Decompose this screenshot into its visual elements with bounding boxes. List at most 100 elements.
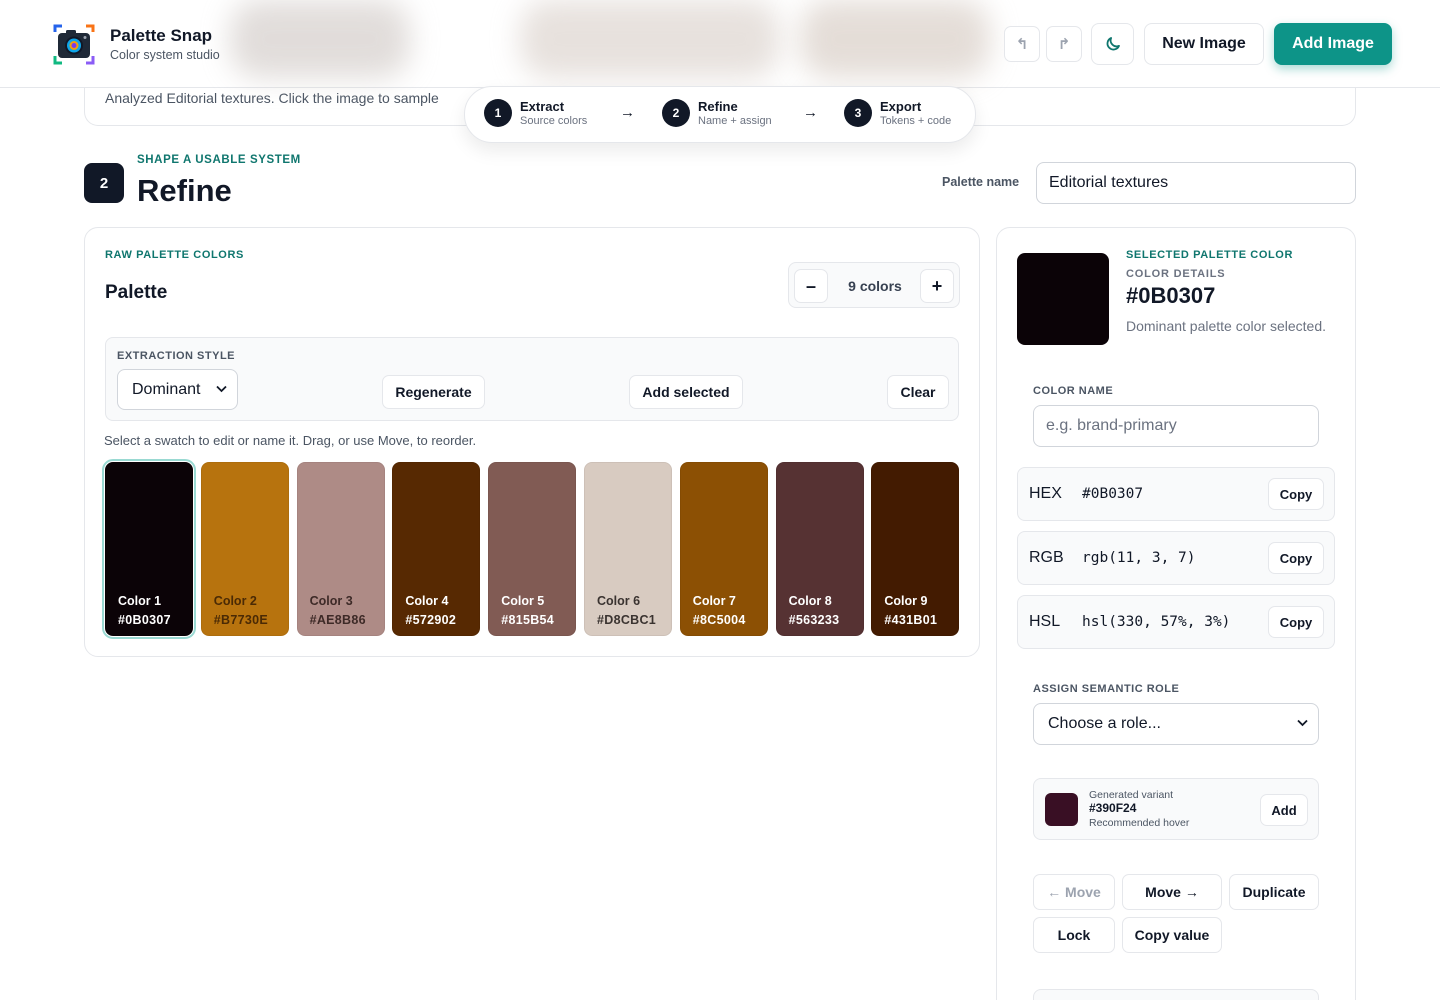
semantic-role-select[interactable]: Choose a role... [1033, 703, 1319, 745]
hex-key: HEX [1029, 485, 1062, 502]
swatch-name: Color 6 [597, 594, 641, 608]
theme-toggle-button[interactable] [1091, 23, 1134, 65]
section-eyebrow: SHAPE A USABLE SYSTEM [137, 154, 301, 166]
palette-swatch[interactable]: Color 8 #563233 [775, 462, 864, 636]
variant-note: Recommended hover [1089, 817, 1190, 829]
clear-button[interactable]: Clear [887, 375, 949, 409]
add-image-button[interactable]: Add Image [1274, 23, 1392, 65]
add-variant-button[interactable]: Add [1260, 794, 1308, 826]
palette-title: Palette [105, 282, 168, 303]
hex-value: #0B0307 [1082, 486, 1144, 502]
step-refine[interactable]: 2 Refine Name + assign [662, 99, 772, 127]
swatch-name: Color 9 [884, 594, 928, 608]
undo-icon: ↰ [1015, 36, 1029, 53]
swatch-hex: #815B54 [501, 613, 555, 627]
selected-color-hex: #0B0307 [1126, 283, 1216, 308]
selected-color-preview [1017, 253, 1109, 345]
decrease-count-button[interactable]: – [794, 269, 828, 303]
selected-color-eyebrow: SELECTED PALETTE COLOR [1126, 249, 1294, 261]
swatch-name: Color 1 [118, 594, 162, 608]
blurred-backdrop [520, 0, 780, 78]
swatch-hex: #8C5004 [692, 613, 746, 627]
top-bar: Palette Snap Color system studio ↰ ↱ New… [0, 0, 1440, 88]
selected-color-description: Dominant palette color selected. [1126, 318, 1326, 334]
blurred-backdrop [230, 0, 410, 78]
analysis-info-text: Analyzed Editorial textures. Click the i… [105, 90, 439, 106]
variant-color-chip [1045, 793, 1078, 826]
move-right-button[interactable]: Move → [1122, 874, 1222, 910]
undo-button[interactable]: ↰ [1004, 26, 1040, 62]
move-left-button[interactable]: ← Move [1033, 874, 1115, 910]
regenerate-button[interactable]: Regenerate [382, 375, 485, 409]
hex-value-row: HEX #0B0307 Copy [1017, 467, 1335, 521]
copy-hex-button[interactable]: Copy [1268, 478, 1324, 510]
step-title: Extract [520, 99, 565, 114]
camera-logo-icon [52, 22, 96, 66]
duplicate-button[interactable]: Duplicate [1229, 874, 1319, 910]
step-subtitle: Source colors [520, 115, 588, 127]
brand[interactable]: Palette Snap Color system studio [52, 22, 220, 66]
moon-icon [1106, 37, 1120, 51]
section-number-badge: 2 [84, 163, 124, 203]
hsl-value: hsl(330, 57%, 3%) [1082, 614, 1231, 630]
palette-eyebrow: RAW PALETTE COLORS [105, 249, 244, 261]
swatch-name: Color 5 [501, 594, 545, 608]
extraction-style-select[interactable]: Dominant [117, 369, 238, 410]
arrow-right-icon: → [620, 104, 635, 121]
palette-swatch[interactable]: Color 4 #572902 [392, 462, 481, 636]
step-extract[interactable]: 1 Extract Source colors [484, 99, 587, 127]
palette-swatch[interactable]: Color 6 #D8CBC1 [584, 462, 672, 636]
swatch-name: Color 4 [405, 594, 449, 608]
rgb-value-row: RGB rgb(11, 3, 7) Copy [1017, 531, 1335, 585]
hsl-key: HSL [1029, 613, 1061, 630]
step-title: Refine [698, 99, 738, 114]
swatch-hex: #572902 [405, 613, 457, 627]
color-name-input[interactable] [1033, 405, 1319, 447]
swatch-name: Color 2 [213, 594, 257, 608]
swatch-name: Color 7 [692, 594, 736, 608]
swatch-hex: #431B01 [884, 613, 938, 627]
palette-name-label: Palette name [942, 175, 1020, 189]
chevron-down-icon [1297, 718, 1308, 730]
step-subtitle: Tokens + code [880, 115, 952, 127]
add-selected-button[interactable]: Add selected [629, 375, 743, 409]
palette-name-input[interactable] [1036, 162, 1356, 204]
step-export[interactable]: 3 Export Tokens + code [844, 99, 951, 127]
step-subtitle: Name + assign [698, 115, 772, 127]
hsl-value-row: HSL hsl(330, 57%, 3%) Copy [1017, 595, 1335, 649]
lock-button[interactable]: Lock [1033, 917, 1115, 953]
swatch-name: Color 3 [309, 594, 353, 608]
app-subtitle: Color system studio [110, 48, 220, 62]
variant-label: Generated variant [1089, 789, 1174, 801]
palette-swatch[interactable]: Color 2 #B7730E [200, 462, 289, 636]
swatch-hex: #AE8B86 [309, 613, 366, 627]
increase-count-button[interactable]: + [920, 269, 954, 303]
arrow-right-icon: → [803, 104, 818, 121]
step-number: 1 [484, 99, 512, 127]
palette-swatch[interactable]: Color 9 #431B01 [871, 462, 960, 636]
swatch-hex: #563233 [788, 613, 840, 627]
copy-rgb-button[interactable]: Copy [1268, 542, 1324, 574]
color-name-label: COLOR NAME [1033, 385, 1114, 397]
step-number: 2 [662, 99, 690, 127]
palette-swatch[interactable]: Color 1 #0B0307 [102, 459, 196, 639]
swatch-hex: #D8CBC1 [597, 613, 657, 627]
extraction-style-panel: EXTRACTION STYLE Dominant Regenerate Add… [105, 337, 959, 421]
redo-button[interactable]: ↱ [1046, 26, 1082, 62]
workflow-stepper: 1 Extract Source colors → 2 Refine Name … [464, 86, 976, 143]
semantic-role-value: Choose a role... [1048, 715, 1161, 732]
new-image-button[interactable]: New Image [1144, 23, 1264, 65]
color-details-label: COLOR DETAILS [1126, 268, 1226, 280]
section-title: Refine [137, 173, 232, 208]
variant-hex: #390F24 [1089, 801, 1137, 815]
palette-swatch[interactable]: Color 5 #815B54 [488, 462, 577, 636]
palette-swatch[interactable]: Color 7 #8C5004 [679, 462, 768, 636]
palette-swatch[interactable]: Color 3 #AE8B86 [296, 462, 385, 636]
color-details-panel: SELECTED PALETTE COLOR COLOR DETAILS #0B… [996, 227, 1356, 1000]
copy-hsl-button[interactable]: Copy [1268, 606, 1324, 638]
swatch-hex: #0B0307 [118, 613, 171, 627]
swatch-hex: #B7730E [213, 613, 269, 627]
rgb-value: rgb(11, 3, 7) [1082, 550, 1196, 566]
palette-hint: Select a swatch to edit or name it. Drag… [104, 433, 477, 448]
copy-value-button[interactable]: Copy value [1122, 917, 1222, 953]
